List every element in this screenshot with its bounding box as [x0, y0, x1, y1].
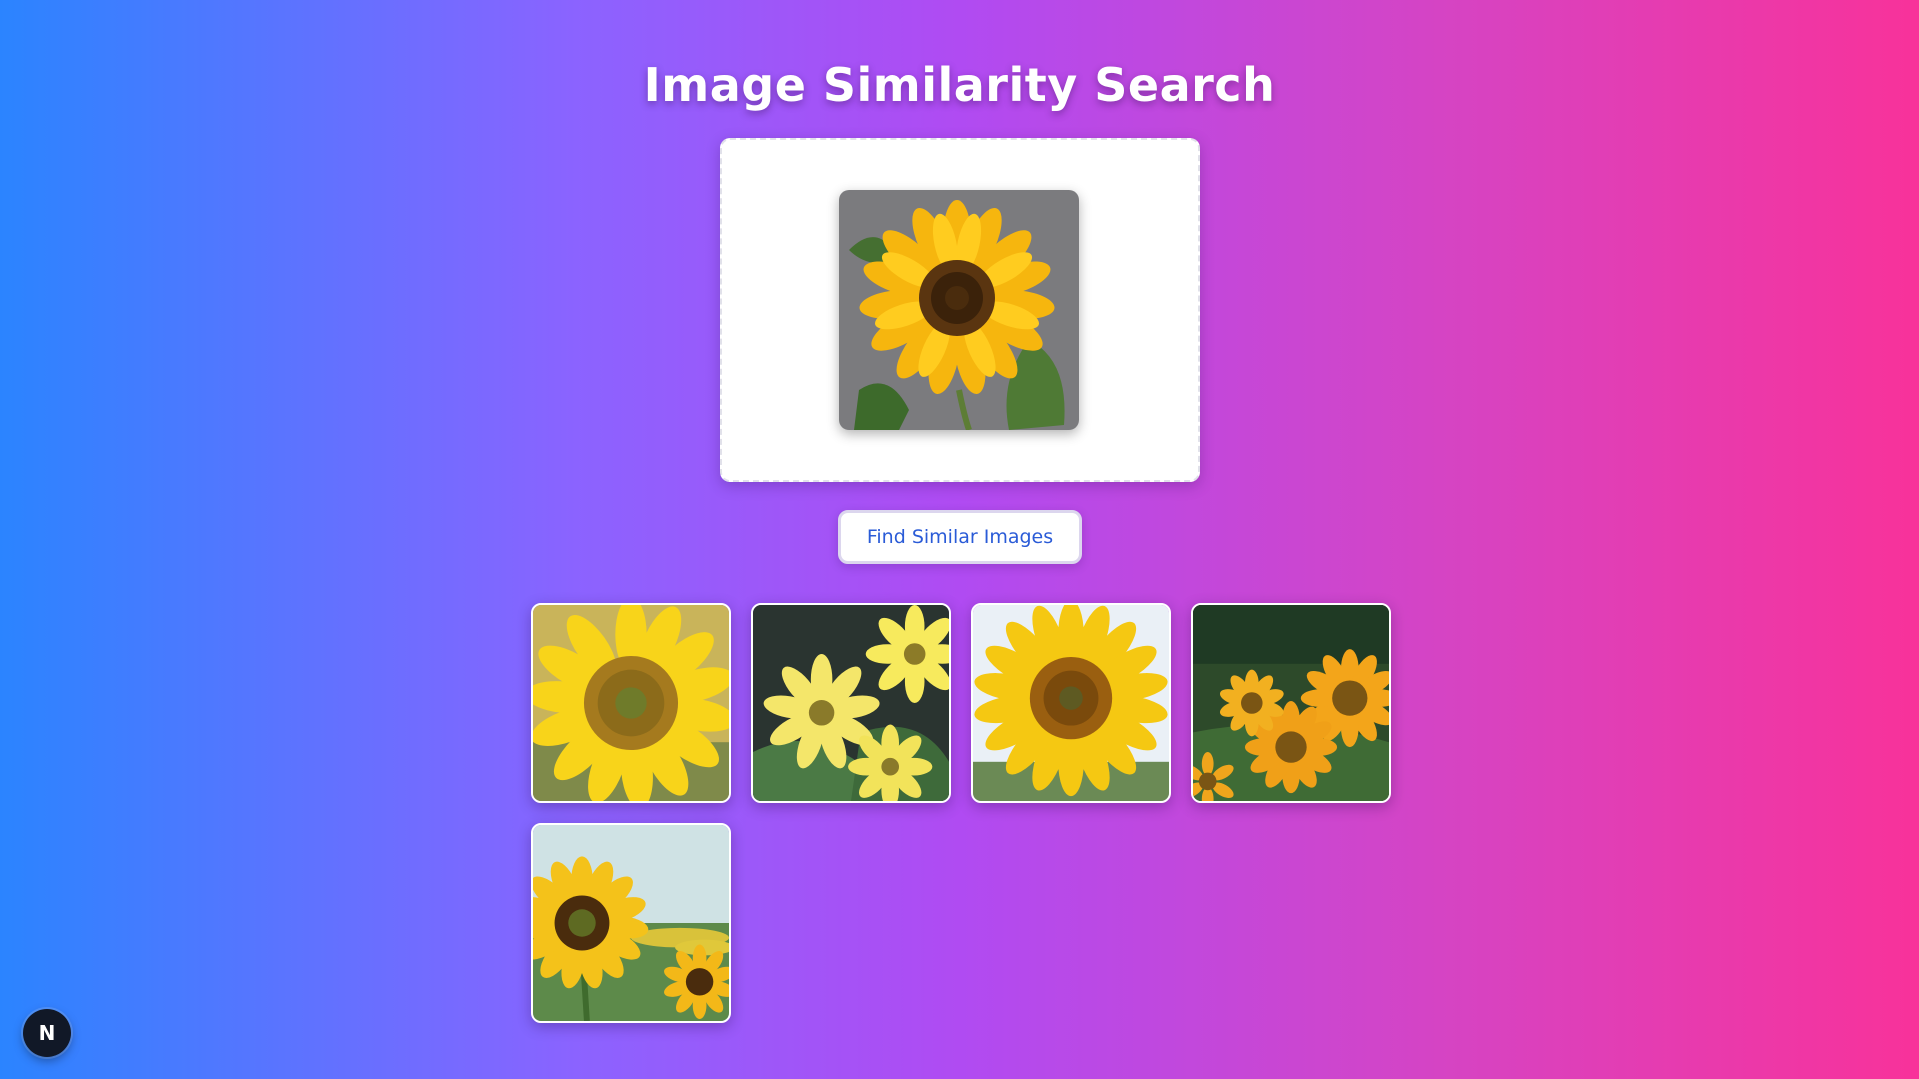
nextjs-dev-badge[interactable]: N [23, 1009, 71, 1057]
page-title: Image Similarity Search [643, 58, 1276, 112]
sunflower-field-sky-result [533, 825, 729, 1021]
result-image-tile[interactable] [971, 603, 1171, 803]
result-image-tile[interactable] [1191, 603, 1391, 803]
nextjs-logo-icon: N [38, 1021, 56, 1045]
result-image-tile[interactable] [531, 823, 731, 1023]
sunflower-head-result [973, 605, 1169, 801]
sunflower-field-cluster-result [1193, 605, 1389, 801]
result-image-tile[interactable] [751, 603, 951, 803]
yellow-daisy-flowers-result [753, 605, 949, 801]
sunflower-query-image [839, 190, 1079, 430]
find-similar-images-button[interactable]: Find Similar Images [838, 510, 1082, 564]
query-image-preview [839, 190, 1079, 430]
result-image-tile[interactable] [531, 603, 731, 803]
sunflower-closeup-result [533, 605, 729, 801]
